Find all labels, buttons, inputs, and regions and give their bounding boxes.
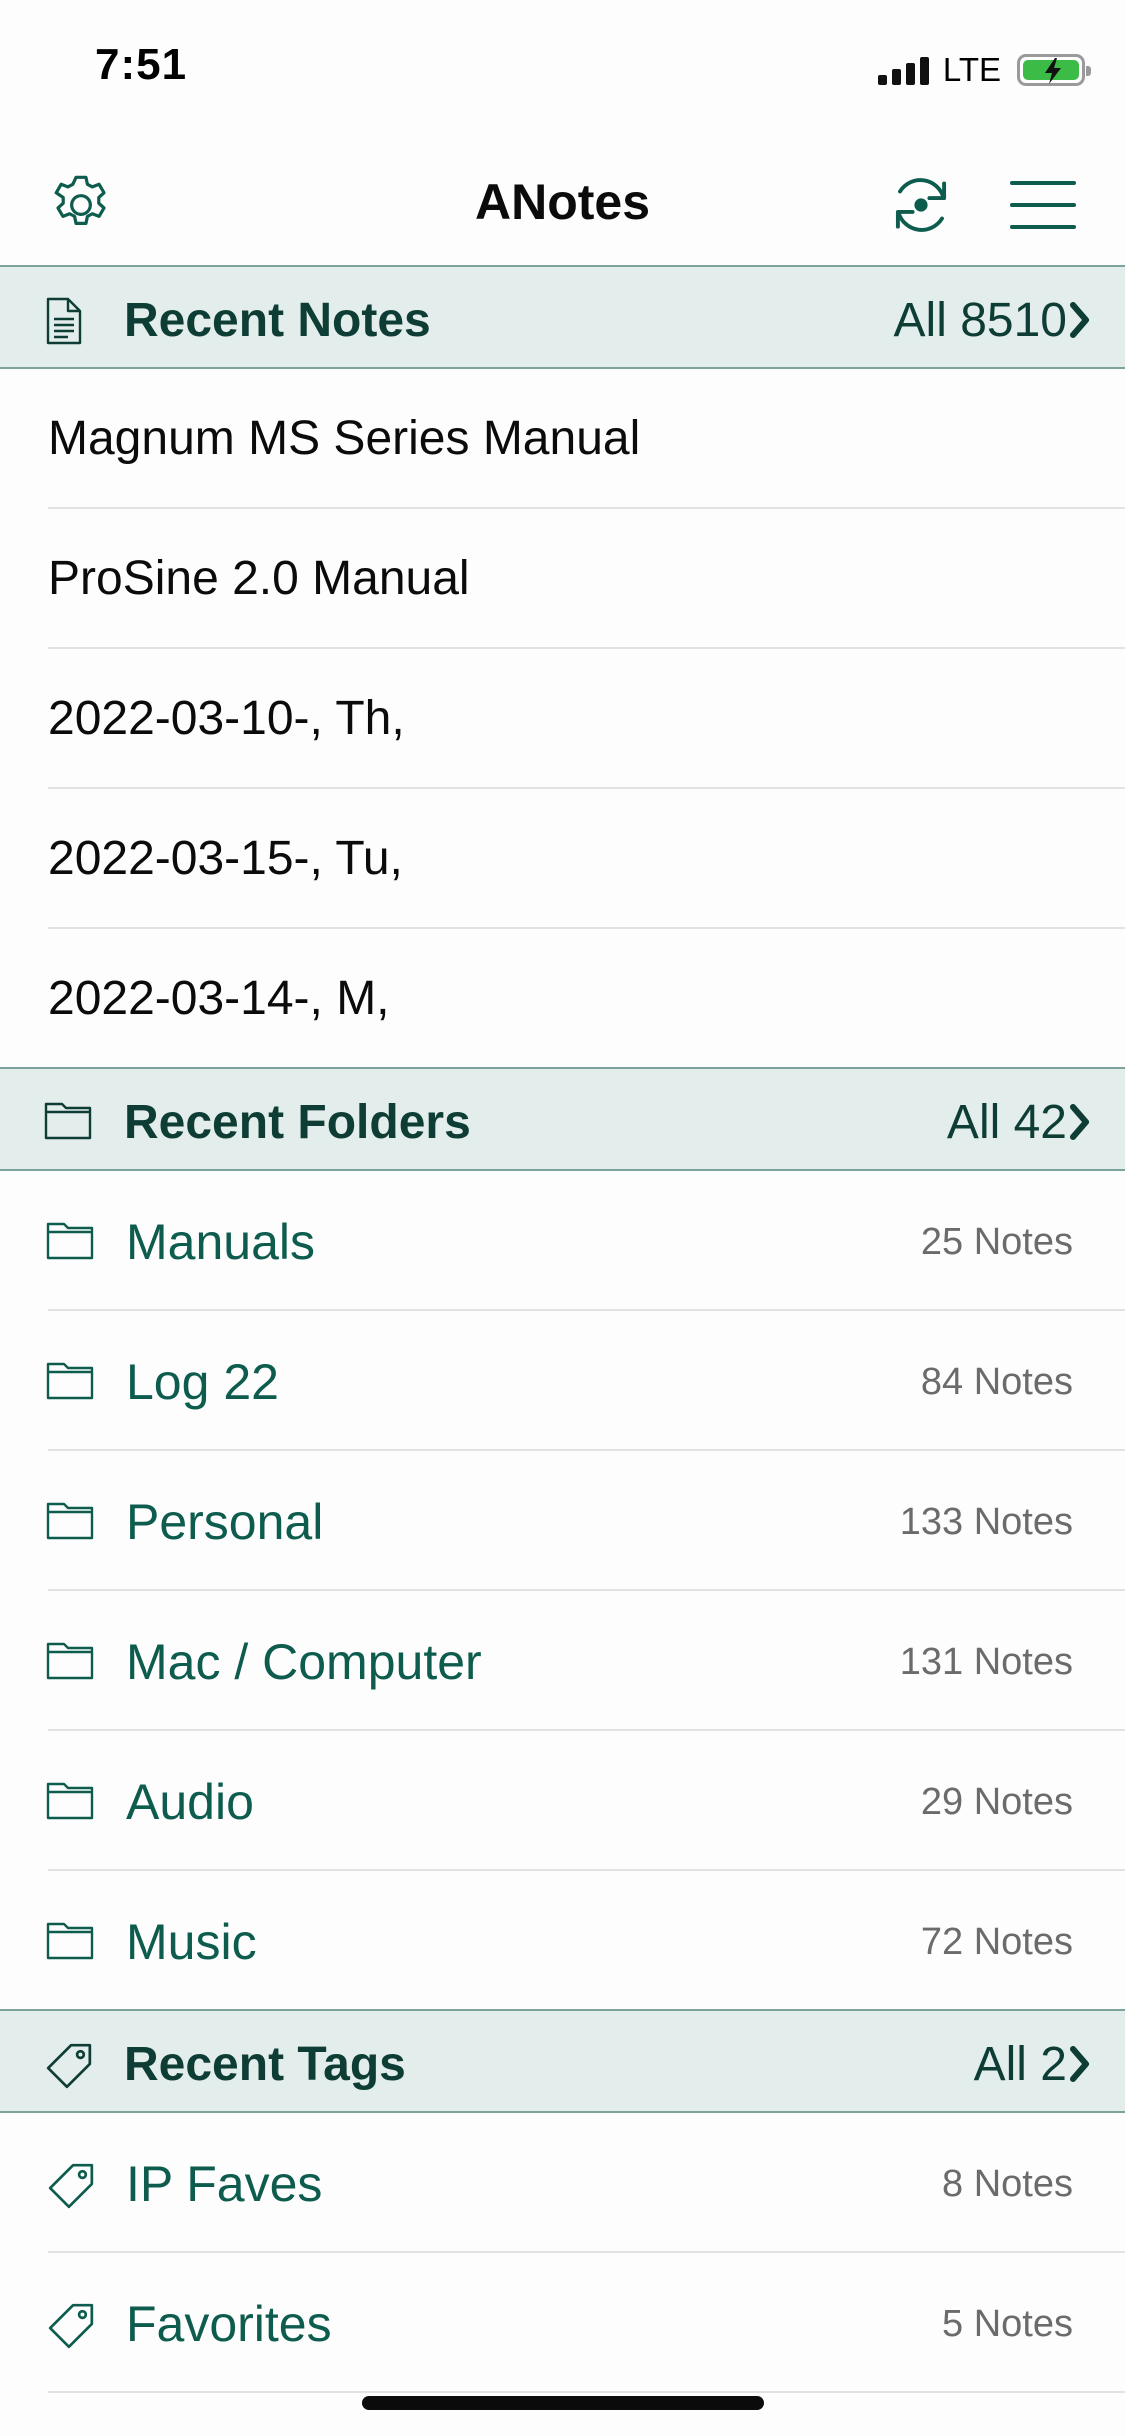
note-count: 84 Notes [920, 1361, 1073, 1403]
note-title: ProSine 2.0 Manual [48, 552, 470, 605]
folder-row[interactable]: Mac / Computer 131 Notes [0, 1591, 1125, 1731]
all-tags-link[interactable]: All 2 [974, 2037, 1067, 2092]
chevron-right-icon [1070, 1104, 1089, 1140]
recent-tags-title: Recent Tags [124, 2038, 406, 2091]
home-indicator[interactable] [362, 2396, 764, 2410]
folder-icon [46, 1502, 94, 1540]
navigation-bar: ANotes [0, 140, 1125, 265]
tag-icon [48, 2303, 94, 2349]
folder-row[interactable]: Audio 29 Notes [0, 1731, 1125, 1871]
recent-folders-header[interactable]: Recent Folders All 42 [0, 1067, 1125, 1171]
folder-icon [46, 1922, 94, 1960]
note-count: 8 Notes [942, 2163, 1073, 2205]
all-folders-link[interactable]: All 42 [947, 1095, 1067, 1150]
note-row[interactable]: Magnum MS Series Manual [0, 369, 1125, 509]
folder-icon [46, 1642, 94, 1680]
note-title: 2022-03-14-, M, [48, 972, 390, 1025]
signal-strength-icon [877, 55, 929, 85]
chevron-right-icon [1070, 2046, 1089, 2082]
all-notes-link[interactable]: All 8510 [894, 293, 1067, 348]
note-count: 133 Notes [899, 1501, 1073, 1543]
recent-folders-title: Recent Folders [124, 1096, 471, 1149]
tag-name: Favorites [126, 2296, 332, 2352]
folder-row[interactable]: Music 72 Notes [0, 1871, 1125, 2011]
sync-icon [895, 178, 947, 232]
note-row[interactable]: ProSine 2.0 Manual [0, 509, 1125, 649]
tag-row[interactable]: IP Faves 8 Notes [0, 2113, 1125, 2253]
folder-name: Mac / Computer [126, 1634, 482, 1690]
tag-row[interactable]: Favorites 5 Notes [0, 2253, 1125, 2393]
tag-icon [48, 2163, 94, 2209]
sync-button[interactable] [876, 160, 966, 250]
folder-row[interactable]: Personal 133 Notes [0, 1451, 1125, 1591]
folder-name: Personal [126, 1494, 324, 1550]
chevron-right-icon [1070, 302, 1089, 338]
note-count: 131 Notes [899, 1641, 1073, 1683]
note-count: 25 Notes [920, 1221, 1073, 1263]
folder-icon [46, 1222, 94, 1260]
status-bar: 7:51 LTE [0, 0, 1125, 140]
recent-notes-title: Recent Notes [124, 294, 431, 347]
note-row[interactable]: 2022-03-15-, Tu, [0, 789, 1125, 929]
note-row[interactable]: 2022-03-14-, M, [0, 929, 1125, 1069]
folder-row[interactable]: Manuals 25 Notes [0, 1171, 1125, 1311]
folder-name: Log 22 [126, 1354, 279, 1410]
status-time: 7:51 [95, 40, 188, 89]
hamburger-menu-icon [1010, 181, 1076, 229]
folder-name: Audio [126, 1774, 254, 1830]
note-title: 2022-03-10-, Th, [48, 692, 405, 745]
note-title: 2022-03-15-, Tu, [48, 832, 403, 885]
recent-tags-header[interactable]: Recent Tags All 2 [0, 2009, 1125, 2113]
note-count: 29 Notes [920, 1781, 1073, 1823]
folder-name: Music [126, 1914, 257, 1970]
network-type: LTE [942, 51, 1001, 88]
folder-icon [44, 1102, 92, 1140]
document-icon [46, 297, 82, 345]
note-title: Magnum MS Series Manual [48, 412, 641, 465]
tag-name: IP Faves [126, 2156, 323, 2212]
recent-notes-header[interactable]: Recent Notes All 8510 [0, 265, 1125, 369]
note-row[interactable]: 2022-03-10-, Th, [0, 649, 1125, 789]
tag-icon [46, 2043, 92, 2089]
menu-button[interactable] [998, 160, 1088, 250]
note-count: 72 Notes [920, 1921, 1073, 1963]
folder-icon [46, 1782, 94, 1820]
folder-row[interactable]: Log 22 84 Notes [0, 1311, 1125, 1451]
note-count: 5 Notes [942, 2303, 1073, 2345]
folder-icon [46, 1362, 94, 1400]
folder-name: Manuals [126, 1214, 315, 1270]
battery-icon [1017, 54, 1091, 86]
status-indicators: LTE [877, 50, 1091, 90]
